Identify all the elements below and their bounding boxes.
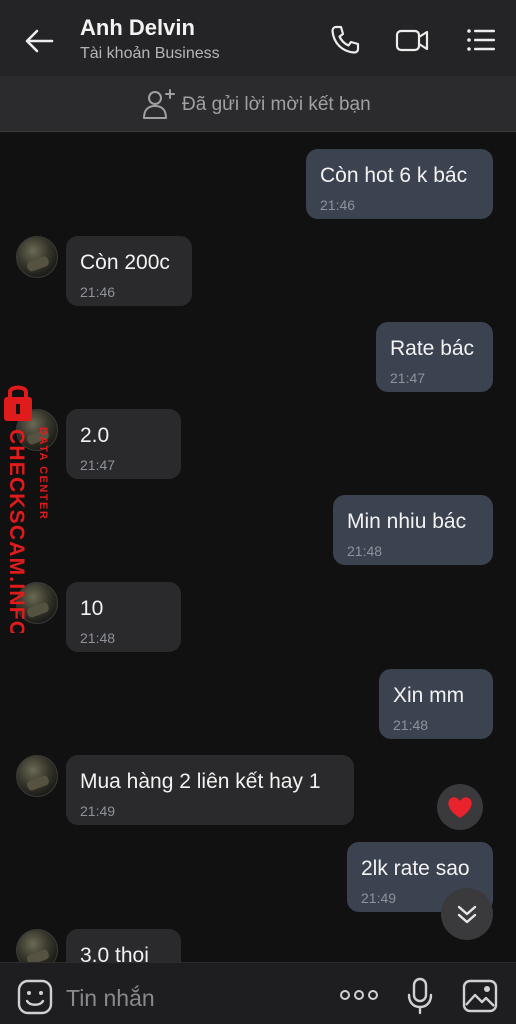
message-time: 21:48 bbox=[347, 543, 383, 559]
message-time: 21:49 bbox=[361, 890, 397, 906]
message-text: Xin mm bbox=[393, 684, 465, 707]
menu-list-icon[interactable] bbox=[463, 22, 499, 58]
message-text: 3.0 thoi bbox=[80, 944, 149, 962]
message-list[interactable]: Còn hot 6 k bác 21:46 Còn 200c 21:46 Rat… bbox=[0, 133, 516, 962]
contact-avatar[interactable] bbox=[16, 929, 58, 962]
checkscam-watermark: DATA CENTER CHECKSCAM.INFO bbox=[4, 385, 49, 633]
add-friend-icon bbox=[143, 89, 175, 119]
message-outgoing[interactable]: Còn hot 6 k bác 21:46 bbox=[306, 149, 493, 219]
contact-avatar[interactable] bbox=[16, 236, 58, 278]
more-options-icon[interactable] bbox=[338, 987, 380, 1003]
message-incoming[interactable]: 10 21:48 bbox=[66, 582, 181, 652]
message-text: 2.0 bbox=[80, 424, 110, 447]
image-gallery-icon[interactable] bbox=[461, 978, 499, 1014]
friend-request-status: Đã gửi lời mời kết bạn bbox=[182, 94, 371, 115]
message-time: 21:47 bbox=[390, 370, 426, 386]
message-incoming[interactable]: Còn 200c 21:46 bbox=[66, 236, 192, 306]
message-time: 21:49 bbox=[80, 803, 116, 819]
message-time: 21:46 bbox=[80, 284, 116, 300]
message-incoming[interactable]: 2.0 21:47 bbox=[66, 409, 181, 479]
contact-avatar[interactable] bbox=[16, 755, 58, 797]
heart-icon bbox=[448, 797, 472, 818]
watermark-line1: DATA CENTER bbox=[37, 427, 49, 520]
message-text: 2lk rate sao bbox=[361, 857, 470, 880]
account-type: Tài khoản Business bbox=[80, 45, 220, 62]
message-text: Còn hot 6 k bác bbox=[320, 164, 468, 187]
message-text: Min nhiu bác bbox=[347, 510, 467, 533]
message-time: 21:46 bbox=[320, 197, 356, 213]
message-text: Rate bác bbox=[390, 337, 475, 360]
message-incoming[interactable]: Mua hàng 2 liên kết hay 1 21:49 bbox=[66, 755, 354, 825]
watermark-line2: CHECKSCAM.INFO bbox=[5, 429, 28, 633]
message-text: Còn 200c bbox=[80, 251, 170, 274]
message-outgoing[interactable]: Rate bác 21:47 bbox=[376, 322, 493, 392]
message-text: Mua hàng 2 liên kết hay 1 bbox=[80, 770, 321, 793]
message-input[interactable]: Tin nhắn bbox=[66, 985, 155, 1012]
contact-name[interactable]: Anh Delvin bbox=[80, 15, 195, 41]
message-incoming[interactable]: 3.0 thoi bbox=[66, 929, 181, 962]
video-call-icon[interactable] bbox=[394, 22, 430, 58]
message-time: 21:48 bbox=[80, 630, 116, 646]
scroll-to-bottom-button[interactable] bbox=[441, 888, 493, 940]
message-time: 21:48 bbox=[393, 717, 429, 733]
chat-header: Anh Delvin Tài khoản Business bbox=[0, 0, 516, 76]
message-outgoing[interactable]: Xin mm 21:48 bbox=[379, 669, 493, 739]
message-outgoing[interactable]: Min nhiu bác 21:48 bbox=[333, 495, 493, 565]
friend-request-bar: Đã gửi lời mời kết bạn bbox=[0, 76, 516, 132]
message-text: 10 bbox=[80, 597, 104, 620]
double-chevron-down-icon bbox=[457, 905, 477, 924]
phone-call-icon[interactable] bbox=[327, 22, 363, 58]
message-composer: Tin nhắn bbox=[0, 962, 516, 1024]
message-time: 21:47 bbox=[80, 457, 116, 473]
microphone-icon[interactable] bbox=[405, 976, 435, 1016]
heart-reaction-button[interactable] bbox=[437, 784, 483, 830]
sticker-icon[interactable] bbox=[16, 978, 54, 1016]
back-arrow-icon[interactable] bbox=[22, 24, 56, 58]
